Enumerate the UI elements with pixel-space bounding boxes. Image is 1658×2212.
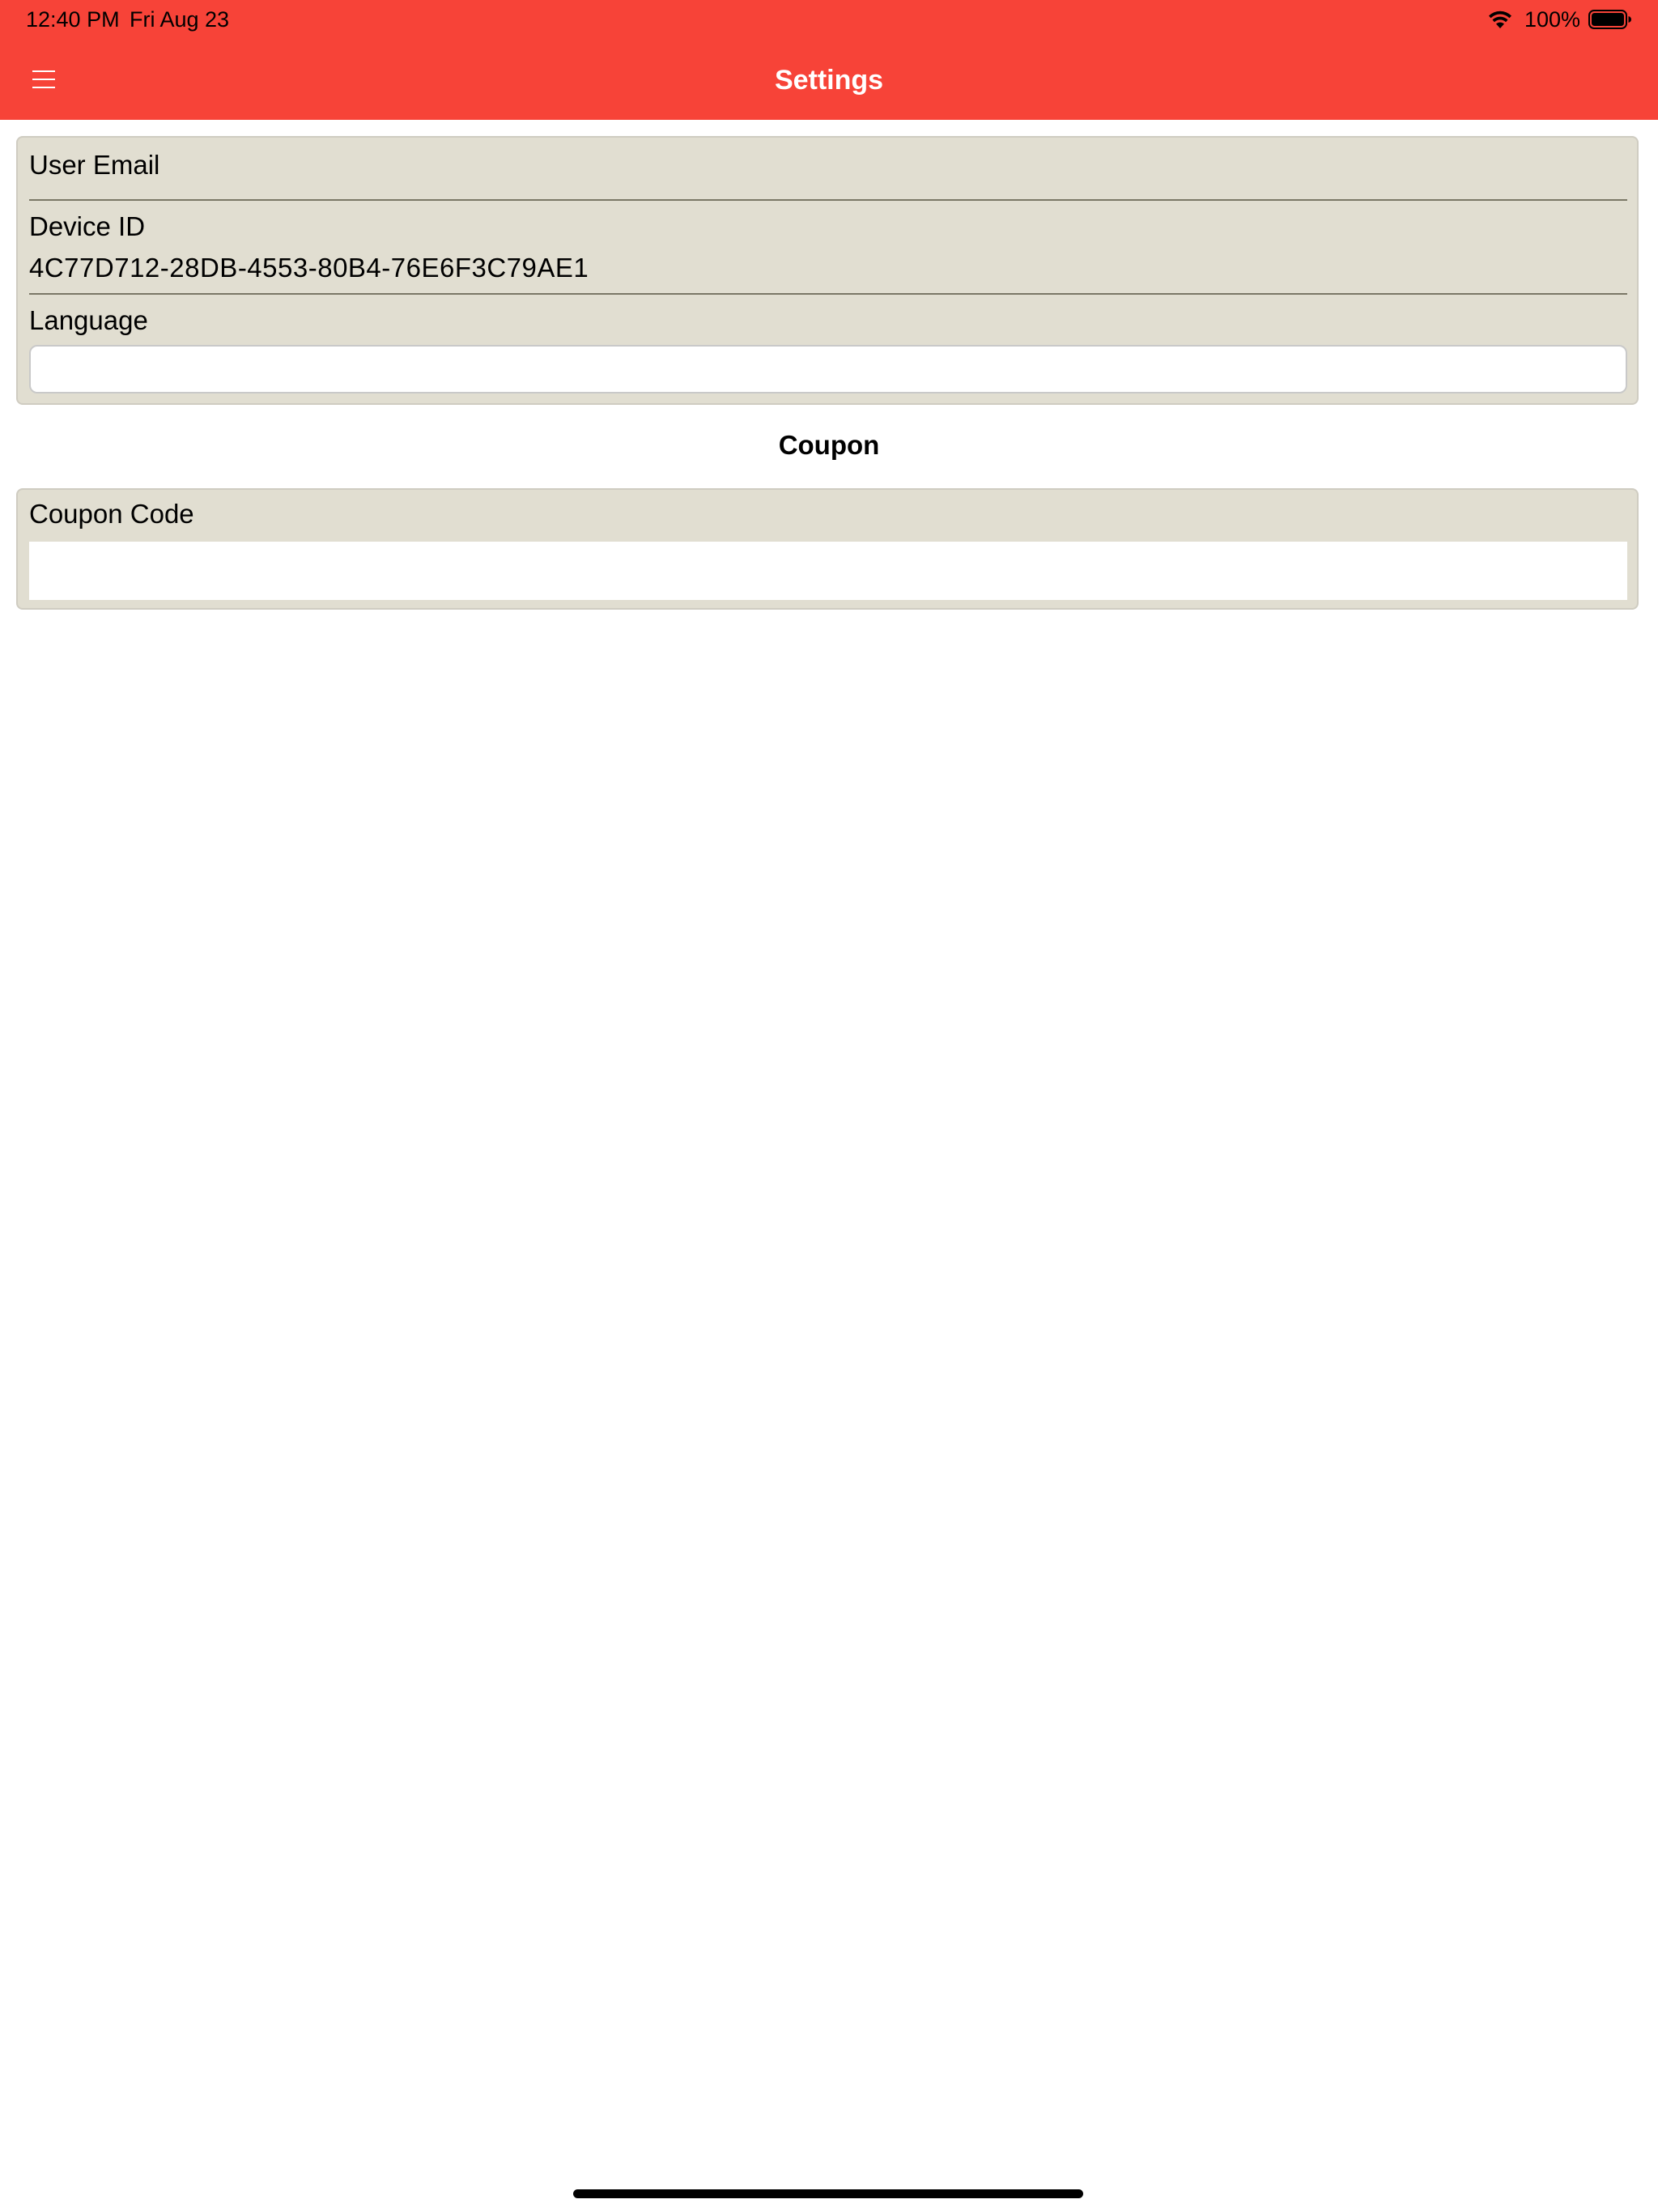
status-indicators: 100%: [1487, 5, 1632, 34]
battery-icon: [1588, 10, 1631, 29]
coupon-code-label: Coupon Code: [29, 499, 194, 529]
device-id-label: Device ID: [29, 211, 146, 241]
home-indicator[interactable]: [573, 2189, 1083, 2198]
language-input[interactable]: [29, 345, 1627, 393]
coupon-panel: Coupon Code: [16, 488, 1639, 610]
user-email-label: User Email: [29, 150, 160, 180]
device-id-value: 4C77D712-28DB-4553-80B4-76E6F3C79AE1: [29, 253, 589, 283]
coupon-code-input[interactable]: [29, 542, 1627, 600]
page-title: Settings: [774, 65, 884, 96]
wifi-icon: [1488, 11, 1511, 28]
status-time: 12:40 PM: [26, 7, 120, 32]
battery-percentage: 100%: [1524, 7, 1580, 32]
status-date: Fri Aug 23: [130, 7, 230, 32]
settings-panel: User Email Device ID 4C77D712-28DB-4553-…: [16, 136, 1639, 405]
language-label: Language: [29, 305, 148, 335]
coupon-section-title: Coupon: [778, 430, 880, 460]
divider: [29, 293, 1627, 295]
divider: [29, 199, 1627, 201]
nav-bar: 12:40 PM Fri Aug 23 100% Settings: [0, 0, 1658, 120]
